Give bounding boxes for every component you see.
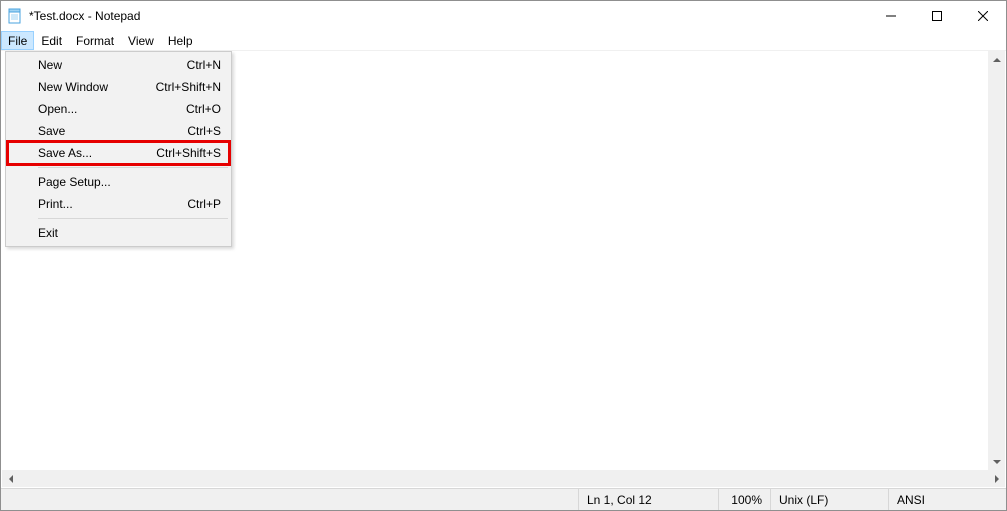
status-bar: Ln 1, Col 12 100% Unix (LF) ANSI [1,488,1006,510]
menu-item-label: Page Setup... [38,175,221,189]
menu-item-shortcut: Ctrl+Shift+N [156,80,221,94]
menu-item-label: Exit [38,226,221,240]
menu-item-label: New Window [38,80,156,94]
menu-item-shortcut: Ctrl+S [187,124,221,138]
status-position: Ln 1, Col 12 [578,489,718,510]
menu-item-label: New [38,58,187,72]
menu-item-label: Save [38,124,187,138]
horizontal-scrollbar[interactable] [2,470,1005,487]
menu-item-shortcut: Ctrl+Shift+S [156,146,221,160]
menu-item-shortcut: Ctrl+N [187,58,221,72]
menu-item-shortcut: Ctrl+O [186,102,221,116]
minimize-button[interactable] [868,1,914,31]
scroll-left-button[interactable] [2,470,19,487]
file-menu-dropdown: New Ctrl+N New Window Ctrl+Shift+N Open.… [5,51,232,247]
menu-item-label: Save As... [38,146,156,160]
menu-item-open[interactable]: Open... Ctrl+O [8,98,229,120]
title-bar: *Test.docx - Notepad [1,1,1006,31]
menu-bar: File Edit Format View Help [1,31,1006,51]
menu-separator [38,218,228,219]
menu-separator [38,167,228,168]
menu-item-label: Print... [38,197,187,211]
vertical-scrollbar[interactable] [988,51,1005,470]
notepad-icon [7,8,23,24]
scroll-right-button[interactable] [988,470,1005,487]
menu-item-label: Open... [38,102,186,116]
status-zoom: 100% [718,489,770,510]
menu-edit[interactable]: Edit [34,31,69,50]
close-button[interactable] [960,1,1006,31]
status-line-ending: Unix (LF) [770,489,888,510]
scroll-down-button[interactable] [988,453,1005,470]
menu-item-page-setup[interactable]: Page Setup... [8,171,229,193]
menu-item-new[interactable]: New Ctrl+N [8,54,229,76]
scroll-up-button[interactable] [988,51,1005,68]
menu-format[interactable]: Format [69,31,121,50]
menu-item-shortcut: Ctrl+P [187,197,221,211]
menu-item-exit[interactable]: Exit [8,222,229,244]
window-title: *Test.docx - Notepad [29,9,868,23]
menu-file[interactable]: File [1,31,34,50]
menu-item-save[interactable]: Save Ctrl+S [8,120,229,142]
menu-item-print[interactable]: Print... Ctrl+P [8,193,229,215]
window-controls [868,1,1006,31]
menu-item-save-as[interactable]: Save As... Ctrl+Shift+S [8,142,229,164]
menu-view[interactable]: View [121,31,161,50]
menu-item-new-window[interactable]: New Window Ctrl+Shift+N [8,76,229,98]
maximize-button[interactable] [914,1,960,31]
status-encoding: ANSI [888,489,1006,510]
menu-help[interactable]: Help [161,31,200,50]
